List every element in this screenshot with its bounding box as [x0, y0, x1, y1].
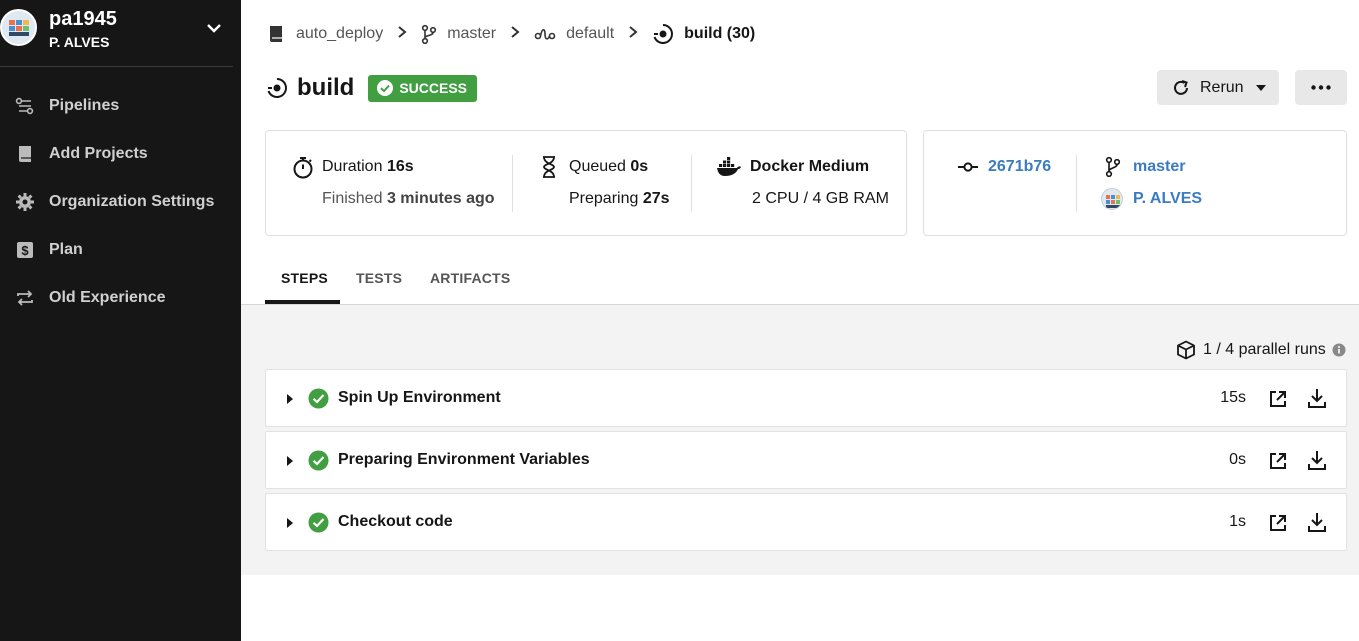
- more-options-button[interactable]: [1295, 70, 1347, 105]
- stopwatch-icon: [293, 157, 313, 179]
- sidebar-item-pipelines[interactable]: Pipelines: [0, 86, 241, 126]
- step-name: Spin Up Environment: [338, 389, 501, 406]
- branch-link[interactable]: master: [1133, 158, 1185, 176]
- divider: [691, 155, 692, 212]
- chevron-right-icon: [628, 25, 638, 44]
- breadcrumb-job: build (30): [652, 23, 755, 45]
- page-title: build: [297, 74, 355, 101]
- commit-sha-link[interactable]: 2671b76: [988, 158, 1051, 176]
- swap-icon: [17, 290, 33, 306]
- chevron-right-icon: [397, 25, 407, 44]
- sidebar-item-add-projects[interactable]: Add Projects: [0, 134, 241, 174]
- breadcrumb-branch[interactable]: master: [421, 24, 496, 44]
- preparing-text: Preparing 27s: [569, 190, 670, 207]
- resources-text: 2 CPU / 4 GB RAM: [752, 190, 889, 207]
- cube-icon: [1177, 340, 1195, 360]
- step-row[interactable]: Preparing Environment Variables 0s: [265, 431, 1347, 489]
- sidebar-item-label: Pipelines: [49, 97, 120, 114]
- org-avatar: [0, 9, 37, 46]
- job-icon: [267, 78, 287, 98]
- rerun-label: Rerun: [1200, 78, 1244, 96]
- step-row[interactable]: Spin Up Environment 15s: [265, 369, 1347, 427]
- download-icon[interactable]: [1307, 387, 1327, 409]
- info-icon[interactable]: [1332, 343, 1346, 357]
- expand-caret-icon[interactable]: [287, 518, 293, 528]
- expand-caret-icon[interactable]: [287, 394, 293, 404]
- refresh-icon: [1174, 79, 1188, 95]
- job-tabs: STEPS TESTS ARTIFACTS: [241, 260, 1359, 305]
- duration-text: Duration 16s: [322, 158, 414, 175]
- sidebar: pa1945 P. ALVES Pipelines Add Projects O…: [0, 0, 241, 641]
- chevron-right-icon: [510, 25, 520, 44]
- tab-artifacts[interactable]: ARTIFACTS: [430, 270, 510, 286]
- sidebar-item-label: Plan: [49, 241, 83, 258]
- step-duration: 15s: [1220, 389, 1246, 406]
- sidebar-item-label: Add Projects: [49, 145, 148, 162]
- active-tab-indicator: [265, 300, 340, 304]
- open-external-icon[interactable]: [1268, 513, 1288, 533]
- org-user: P. ALVES: [49, 34, 110, 50]
- divider: [512, 155, 513, 212]
- open-external-icon[interactable]: [1268, 389, 1288, 409]
- tab-steps[interactable]: STEPS: [281, 270, 328, 286]
- sidebar-item-old-experience[interactable]: Old Experience: [0, 278, 241, 318]
- sidebar-item-plan[interactable]: $ Plan: [0, 230, 241, 270]
- check-circle-icon: [377, 80, 394, 96]
- org-name: pa1945: [49, 8, 117, 30]
- dollar-icon: $: [17, 242, 33, 258]
- download-icon[interactable]: [1307, 449, 1327, 471]
- step-name: Preparing Environment Variables: [338, 451, 590, 468]
- breadcrumb-project[interactable]: auto_deploy: [266, 24, 383, 44]
- step-name: Checkout code: [338, 513, 453, 530]
- breadcrumb-workflow[interactable]: default: [534, 24, 614, 44]
- rerun-button[interactable]: Rerun: [1157, 70, 1279, 105]
- job-summary-card: Duration 16s Finished 3 minutes ago Queu…: [265, 130, 907, 236]
- success-check-icon: [308, 450, 329, 471]
- hourglass-icon: [543, 156, 555, 178]
- job-icon: [653, 24, 674, 44]
- org-switcher[interactable]: pa1945 P. ALVES: [0, 0, 233, 67]
- executor-text: Docker Medium: [750, 158, 870, 175]
- finished-text: Finished 3 minutes ago: [322, 190, 495, 207]
- gear-icon: [16, 193, 34, 211]
- sidebar-item-organization-settings[interactable]: Organization Settings: [0, 182, 241, 222]
- step-duration: 0s: [1229, 451, 1246, 468]
- commit-card: 2671b76 master P. ALVES: [923, 130, 1347, 236]
- step-row[interactable]: Checkout code 1s: [265, 493, 1347, 551]
- parallel-runs[interactable]: 1 / 4 parallel runs: [1176, 340, 1346, 360]
- tab-tests[interactable]: TESTS: [356, 270, 402, 286]
- book-icon: [19, 146, 31, 162]
- pipelines-icon: [15, 97, 34, 115]
- book-icon: [270, 26, 282, 42]
- expand-caret-icon[interactable]: [287, 456, 293, 466]
- steps-panel: 1 / 4 parallel runs Spin Up Environment …: [241, 305, 1359, 575]
- success-check-icon: [308, 388, 329, 409]
- page-title-row: build SUCCESS: [266, 74, 478, 102]
- author-avatar: [1101, 188, 1123, 210]
- caret-down-icon: [1255, 84, 1266, 91]
- workflow-icon: [534, 28, 556, 40]
- branch-icon: [1105, 156, 1121, 178]
- author-link[interactable]: P. ALVES: [1133, 190, 1202, 208]
- commit-icon: [958, 162, 978, 172]
- svg-text:$: $: [21, 243, 29, 258]
- sidebar-item-label: Organization Settings: [49, 193, 215, 210]
- open-external-icon[interactable]: [1268, 451, 1288, 471]
- breadcrumb: auto_deploy master default build (30): [266, 22, 755, 46]
- queued-text: Queued 0s: [569, 158, 649, 175]
- sidebar-item-label: Old Experience: [49, 289, 166, 306]
- docker-icon: [717, 157, 741, 176]
- status-badge: SUCCESS: [368, 74, 478, 102]
- chevron-down-icon[interactable]: [206, 20, 222, 36]
- branch-icon: [422, 24, 437, 44]
- divider: [1076, 155, 1077, 212]
- ellipsis-icon: [1311, 85, 1331, 90]
- success-check-icon: [308, 512, 329, 533]
- download-icon[interactable]: [1307, 511, 1327, 533]
- step-duration: 1s: [1229, 513, 1246, 530]
